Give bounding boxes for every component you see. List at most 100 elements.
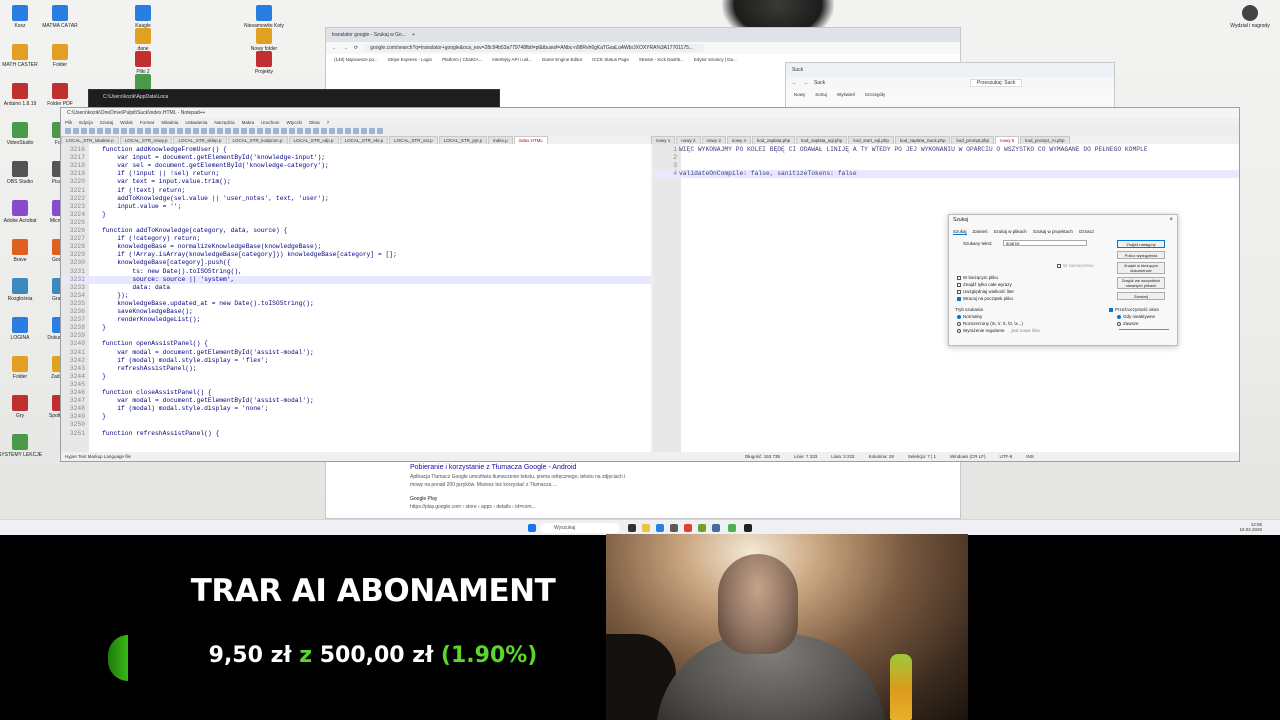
editor-tab[interactable]: LOCAL_STR_kodprom.p xyxy=(227,136,288,144)
radio[interactable] xyxy=(957,314,961,319)
find-next-button[interactable]: Znajdź następny xyxy=(1117,240,1165,248)
toolbar-button[interactable] xyxy=(209,127,215,134)
toolbar-button[interactable] xyxy=(177,127,183,134)
checkbox[interactable] xyxy=(957,282,961,287)
find-in-all-button[interactable]: Znajdź we wszystkich otwartych plikach xyxy=(1117,277,1165,289)
desktop-icon[interactable]: dane xyxy=(115,28,171,52)
editor-tab[interactable]: nowy 6 xyxy=(995,136,1020,144)
explorer-command[interactable]: Nowy xyxy=(794,92,805,97)
close-icon[interactable]: × xyxy=(1169,217,1173,223)
find-in-current-button[interactable]: Znajdź w bieżącym dokumencie xyxy=(1117,262,1165,274)
toolbar-button[interactable] xyxy=(321,127,327,134)
bookmark[interactable]: Interfejsy API i usł... xyxy=(492,57,532,62)
find-tab[interactable]: Szukaj w projektach xyxy=(1033,229,1073,235)
menu-item[interactable]: ? xyxy=(327,120,330,125)
editor-tab[interactable]: nowy 1 xyxy=(651,136,676,144)
editor-tab[interactable]: LOCAL_STR_nowy.p xyxy=(119,136,173,144)
toolbar-button[interactable] xyxy=(233,127,239,134)
bookmark[interactable]: (148) Najnowsze po... xyxy=(334,57,378,62)
count-button[interactable]: Policz wystąpienia xyxy=(1117,251,1165,259)
explorer-command[interactable]: Sortuj xyxy=(815,92,827,97)
result-title[interactable]: Pobieranie i korzystanie z Tłumacza Goog… xyxy=(410,464,650,471)
editor-tab[interactable]: LOCAL_STR_pyt.p xyxy=(438,136,488,144)
toolbar-button[interactable] xyxy=(73,127,79,134)
toolbar-button[interactable] xyxy=(105,127,111,134)
address-bar[interactable]: google.com/search?q=translator+google&oc… xyxy=(364,44,705,52)
checkbox[interactable] xyxy=(957,296,961,301)
editor-tab[interactable]: nowy 4 xyxy=(726,136,752,144)
find-option[interactable]: Znajdź tylko całe wyrazy xyxy=(957,282,1012,287)
desktop-icon[interactable]: SYSTEMY LEKCJE xyxy=(0,434,48,458)
notepad-icon[interactable] xyxy=(698,524,706,532)
bookmark[interactable]: Stream - Kick Dashb... xyxy=(639,57,684,62)
bookmark[interactable]: Platform | ChatGA... xyxy=(442,57,482,62)
checkbox[interactable] xyxy=(1057,263,1061,268)
toolbar-button[interactable] xyxy=(97,127,103,134)
reload-icon[interactable]: ⟳ xyxy=(354,45,358,51)
menu-item[interactable]: Wtyczki xyxy=(286,120,302,125)
menu-item[interactable]: Składnia xyxy=(161,120,178,125)
toolbar-button[interactable] xyxy=(217,127,223,134)
find-dialog[interactable]: Szukaj × Szukaj Zamień Szukaj w plikach Szu… xyxy=(948,214,1178,346)
explorer-command[interactable]: Szczegóły xyxy=(865,92,886,97)
toolbar-button[interactable] xyxy=(225,127,231,134)
transparency-slider[interactable] xyxy=(1119,329,1169,330)
toolbar-button[interactable] xyxy=(329,127,335,134)
toolbar-button[interactable] xyxy=(345,127,351,134)
explorer-path[interactable]: Suck xyxy=(814,80,964,86)
taskbar-clock[interactable]: 12:06 16.02.2026 xyxy=(1239,522,1262,532)
bookmark[interactable]: Edytor stronicy | Da... xyxy=(694,57,737,62)
toolbar-button[interactable] xyxy=(121,127,127,134)
menu-item[interactable]: Plik xyxy=(65,120,72,125)
toolbar-button[interactable] xyxy=(289,127,295,134)
toolbar-button[interactable] xyxy=(273,127,279,134)
editor-tab[interactable]: kod_prompt_AI.php xyxy=(1020,136,1070,144)
toolbar-button[interactable] xyxy=(297,127,303,134)
editor-tab[interactable]: kod_zaplata_sql.php xyxy=(796,136,848,144)
find-tab[interactable]: Szukaj xyxy=(953,229,967,235)
menu-item[interactable]: Ustawienia xyxy=(185,120,207,125)
find-mode[interactable]: Wyrażenie regularne xyxy=(957,328,1004,333)
explorer-search[interactable]: Przeszukaj: Suck xyxy=(970,79,1023,87)
toolbar-button[interactable] xyxy=(337,127,343,134)
desktop-icon[interactable]: Pliki 2 xyxy=(115,51,171,75)
menu-item[interactable]: Makra xyxy=(242,120,255,125)
radio[interactable] xyxy=(1117,314,1121,319)
toolbar-button[interactable] xyxy=(265,127,271,134)
toolbar-button[interactable] xyxy=(193,127,199,134)
toolbar-button[interactable] xyxy=(81,127,87,134)
toolbar-button[interactable] xyxy=(65,127,71,134)
folder-icon[interactable] xyxy=(642,524,650,532)
start-icon[interactable] xyxy=(528,524,536,532)
toolbar-button[interactable] xyxy=(313,127,319,134)
toolbar-button[interactable] xyxy=(249,127,255,134)
back-icon[interactable]: ← xyxy=(792,80,797,86)
in-selection-option[interactable]: W zaznaczeniu xyxy=(1057,263,1094,268)
toolbar-button[interactable] xyxy=(361,127,367,134)
toolbar-button[interactable] xyxy=(281,127,287,134)
toolbar-button[interactable] xyxy=(137,127,143,134)
taskview-icon[interactable] xyxy=(628,524,636,532)
toolbar-button[interactable] xyxy=(161,127,167,134)
toolbar-button[interactable] xyxy=(305,127,311,134)
desktop-icon[interactable]: Folder xyxy=(32,44,88,68)
find-tab[interactable]: Szukaj w plikach xyxy=(994,229,1027,235)
toolbar-button[interactable] xyxy=(153,127,159,134)
new-tab-icon[interactable]: + xyxy=(412,32,415,38)
app-icon[interactable] xyxy=(728,524,736,532)
editor-tab[interactable]: LOCAL_STR_sklep.p xyxy=(173,136,227,144)
checkbox[interactable] xyxy=(957,275,961,280)
menu-item[interactable]: Okna xyxy=(309,120,320,125)
editor-tab[interactable]: nowy 3 xyxy=(701,136,726,144)
toolbar-button[interactable] xyxy=(369,127,375,134)
editor-tab[interactable]: kod_start_sql.php xyxy=(848,136,894,144)
forward-icon[interactable]: → xyxy=(343,45,348,51)
find-input[interactable]: source xyxy=(1003,240,1087,246)
find-option[interactable]: Uwzględniaj wielkość liter xyxy=(957,289,1014,294)
desktop-icon[interactable]: Niesamowite Koty xyxy=(236,5,292,29)
terminal-window[interactable]: C:\Users\kozik\AppData\Loca xyxy=(88,89,500,109)
editor-tab[interactable]: nowy 2 xyxy=(676,136,701,144)
toolbar-button[interactable] xyxy=(145,127,151,134)
toolbar-button[interactable] xyxy=(129,127,135,134)
back-icon[interactable]: ← xyxy=(332,45,337,51)
